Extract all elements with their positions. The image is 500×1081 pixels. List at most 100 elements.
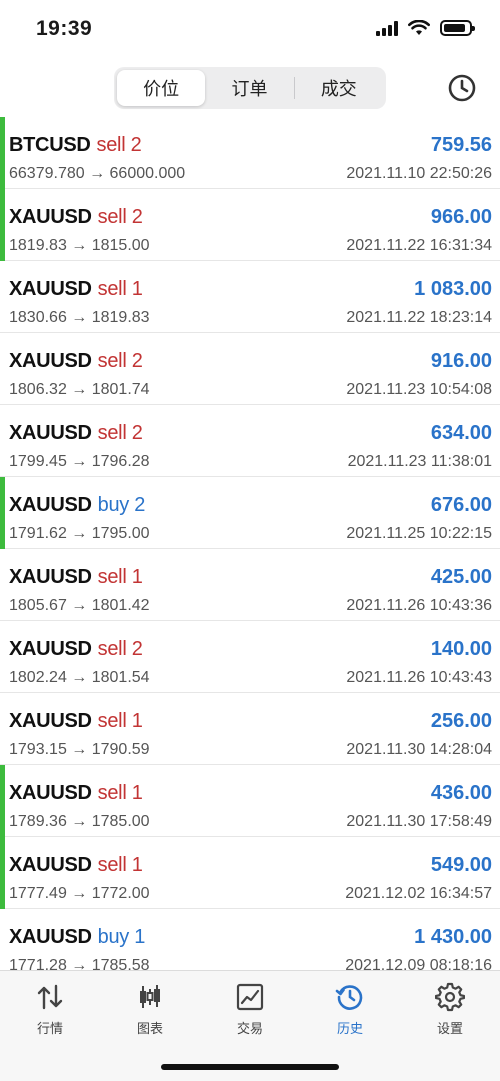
deal-row[interactable]: XAUUSD sell 2 634.00 1799.45 → 1796.28 2021.…	[0, 405, 500, 477]
battery-icon	[440, 20, 475, 36]
history-icon	[335, 985, 363, 1010]
deal-profit: 1 430.00	[414, 926, 492, 948]
segmented-control: 价位 订单 成交	[114, 67, 386, 109]
deal-prices: 66379.780 → 66000.000	[9, 165, 186, 182]
deal-symbol: XAUUSD sell 2	[9, 638, 143, 661]
deal-row[interactable]: XAUUSD buy 2 676.00 1791.62 → 1795.00 2021.1…	[0, 477, 500, 549]
deal-row[interactable]: BTCUSD sell 2 759.56 66379.780 → 66000.000 2…	[0, 117, 500, 189]
deal-side: buy 2	[97, 494, 146, 516]
deal-side: buy 1	[97, 926, 146, 948]
deal-profit: 256.00	[430, 710, 492, 732]
deal-profit: 916.00	[430, 350, 492, 372]
deal-profit: 1 083.00	[414, 278, 492, 300]
deal-side: sell 1	[97, 278, 143, 300]
deal-marker-bar	[0, 765, 5, 837]
deal-row[interactable]: XAUUSD sell 2 140.00 1802.24 → 1801.54 2021.…	[0, 621, 500, 693]
quotes-icon	[37, 984, 63, 1010]
deal-side: sell 1	[97, 854, 143, 876]
deal-row[interactable]: XAUUSD sell 1 425.00 1805.67 → 1801.42 2021.…	[0, 549, 500, 621]
deal-prices: 1830.66 → 1819.83	[9, 309, 150, 326]
deal-symbol: XAUUSD sell 1	[9, 566, 143, 589]
deal-row[interactable]: XAUUSD buy 1 1 430.00 1771.28 → 1785.58 2021…	[0, 909, 500, 970]
deal-symbol-name: XAUUSD	[9, 854, 92, 876]
deal-symbol-name: XAUUSD	[9, 494, 92, 516]
segment-price[interactable]: 价位	[117, 70, 206, 106]
deal-prices: 1805.67 → 1801.42	[9, 597, 150, 614]
deal-symbol-name: XAUUSD	[9, 350, 92, 372]
deal-symbol-name: BTCUSD	[9, 134, 91, 156]
deal-profit: 634.00	[430, 422, 492, 444]
tab-history-label: 历史	[336, 1021, 363, 1036]
tab-settings[interactable]: 设置	[400, 971, 500, 1081]
deal-profit: 676.00	[430, 494, 492, 516]
deal-marker-bar	[0, 837, 5, 909]
deal-time: 2021.11.26 10:43:36	[346, 597, 492, 614]
deal-row[interactable]: XAUUSD sell 2 916.00 1806.32 → 1801.74 2021.…	[0, 333, 500, 405]
deal-row[interactable]: XAUUSD sell 1 1 083.00 1830.66 → 1819.83 202…	[0, 261, 500, 333]
deal-symbol: XAUUSD buy 1	[9, 926, 145, 949]
deal-row[interactable]: XAUUSD sell 2 966.00 1819.83 → 1815.00 2021.…	[0, 189, 500, 261]
deal-profit: 140.00	[430, 638, 492, 660]
segment-deals[interactable]: 成交	[295, 70, 383, 106]
deal-symbol: XAUUSD sell 2	[9, 350, 143, 373]
status-icons	[376, 20, 475, 36]
deal-profit: 966.00	[430, 206, 492, 228]
deal-prices: 1791.62 → 1795.00	[9, 525, 150, 542]
deal-side: sell 1	[97, 566, 143, 588]
deal-row[interactable]: XAUUSD sell 1 549.00 1777.49 → 1772.00 2021.…	[0, 837, 500, 909]
deal-row[interactable]: XAUUSD sell 1 256.00 1793.15 → 1790.59 2021.…	[0, 693, 500, 765]
deal-symbol: XAUUSD sell 1	[9, 710, 143, 733]
deal-time: 2021.11.23 10:54:08	[346, 381, 492, 398]
deal-time: 2021.11.23 11:38:01	[347, 453, 492, 470]
trade-chart-icon	[236, 983, 264, 1011]
deal-side: sell 2	[97, 638, 143, 660]
settings-gear-icon	[435, 982, 465, 1012]
status-bar: 19:39	[0, 0, 500, 60]
deal-side: sell 1	[97, 782, 143, 804]
deal-profit: 425.00	[430, 566, 492, 588]
candlestick-chart-icon	[140, 985, 160, 1008]
deal-symbol-name: XAUUSD	[9, 206, 92, 228]
deal-time: 2021.11.22 16:31:34	[346, 237, 492, 254]
segment-orders[interactable]: 订单	[205, 70, 293, 106]
deal-prices: 1793.15 → 1790.59	[9, 741, 150, 758]
deal-symbol-name: XAUUSD	[9, 278, 92, 300]
deal-row[interactable]: XAUUSD sell 1 436.00 1789.36 → 1785.00 2021.…	[0, 765, 500, 837]
deal-profit: 759.56	[430, 134, 492, 156]
deal-side: sell 2	[96, 134, 142, 156]
deal-side: sell 1	[97, 710, 143, 732]
deal-side: sell 2	[97, 350, 143, 372]
tab-settings-label: 设置	[436, 1021, 463, 1036]
deal-prices: 1806.32 → 1801.74	[9, 381, 150, 398]
deal-time: 2021.12.09 08:18:16	[345, 957, 492, 970]
deal-prices: 1771.28 → 1785.58	[9, 957, 150, 970]
deal-symbol: BTCUSD sell 2	[9, 134, 142, 157]
tab-quotes[interactable]: 行情	[0, 971, 100, 1081]
deal-marker-bar	[0, 117, 5, 189]
deal-marker-bar	[0, 189, 5, 261]
tab-charts-label: 图表	[136, 1021, 163, 1036]
deal-time: 2021.11.25 10:22:15	[346, 525, 492, 542]
clock-icon[interactable]	[446, 72, 478, 104]
deal-time: 2021.11.30 17:58:49	[346, 813, 492, 830]
tab-quotes-label: 行情	[36, 1021, 63, 1036]
deal-symbol-name: XAUUSD	[9, 710, 92, 732]
deal-symbol: XAUUSD sell 1	[9, 854, 143, 877]
deal-time: 2021.11.26 10:43:43	[346, 669, 492, 686]
deal-time: 2021.11.10 22:50:26	[346, 165, 492, 182]
deal-symbol: XAUUSD sell 1	[9, 782, 143, 805]
deals-list: BTCUSD sell 2 759.56 66379.780 → 66000.000 2…	[0, 117, 500, 970]
deal-prices: 1777.49 → 1772.00	[9, 885, 150, 902]
home-indicator	[161, 1064, 339, 1070]
deal-prices: 1789.36 → 1785.00	[9, 813, 150, 830]
deal-symbol: XAUUSD sell 2	[9, 206, 143, 229]
deal-prices: 1802.24 → 1801.54	[9, 669, 150, 686]
deal-symbol-name: XAUUSD	[9, 926, 92, 948]
wifi-icon	[408, 20, 430, 35]
deal-symbol-name: XAUUSD	[9, 566, 92, 588]
deal-symbol-name: XAUUSD	[9, 638, 92, 660]
deal-profit: 549.00	[430, 854, 492, 876]
deal-prices: 1819.83 → 1815.00	[9, 237, 150, 254]
deal-symbol-name: XAUUSD	[9, 782, 92, 804]
deal-symbol: XAUUSD sell 2	[9, 422, 143, 445]
